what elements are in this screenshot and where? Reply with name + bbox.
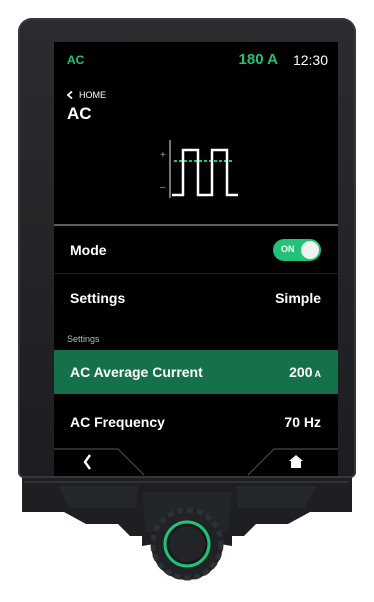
home-soft-key[interactable] (246, 448, 338, 476)
ac-frequency-row[interactable]: AC Frequency 70 Hz (54, 400, 338, 444)
settings-label: Settings (70, 290, 126, 306)
ac-square-wave-icon: + – (160, 140, 238, 198)
ac-average-current-value: 200 (289, 364, 313, 380)
home-icon (289, 455, 303, 468)
status-bar: AC 180 A 12:30 (54, 42, 338, 80)
status-mode: AC (67, 53, 85, 67)
ac-average-current-label: AC Average Current (70, 364, 203, 380)
svg-text:+: + (160, 150, 166, 161)
home-soft-key-frame (247, 448, 338, 476)
ac-average-current-row[interactable]: AC Average Current 200 A (54, 350, 338, 394)
ac-frequency-label: AC Frequency (70, 414, 165, 430)
chevron-left-icon (67, 91, 73, 99)
ac-average-current-unit: A (314, 369, 322, 379)
toggle-label: ON (281, 244, 295, 254)
ac-average-current-value-wrap: 200 A (289, 364, 321, 380)
settings-row[interactable]: Settings Simple (54, 276, 338, 320)
ac-frequency-value: 70 Hz (284, 414, 321, 430)
section-header: Settings (67, 334, 100, 344)
back-soft-key[interactable] (54, 448, 146, 476)
mode-row: Mode ON (54, 228, 338, 272)
soft-key-bar (54, 448, 338, 476)
back-home-link[interactable]: HOME (67, 88, 106, 102)
back-soft-key-frame (54, 448, 145, 476)
svg-text:–: – (160, 182, 166, 193)
status-time: 12:30 (292, 52, 328, 68)
chevron-left-icon (83, 454, 91, 470)
back-label: HOME (79, 90, 106, 100)
mode-toggle[interactable]: ON (273, 239, 321, 261)
page-title: AC (67, 104, 92, 123)
status-current: 180 A (238, 51, 278, 68)
row-separator (54, 273, 338, 274)
control-knob[interactable] (146, 503, 228, 585)
screen-divider (54, 224, 338, 226)
display-screen: AC 180 A 12:30 HOME AC + – Mode ON Setti… (54, 42, 338, 476)
settings-value: Simple (275, 290, 321, 306)
toggle-knob (301, 241, 319, 259)
welder-control-panel: AC 180 A 12:30 HOME AC + – Mode ON Setti… (18, 0, 356, 602)
mode-label: Mode (70, 242, 107, 258)
